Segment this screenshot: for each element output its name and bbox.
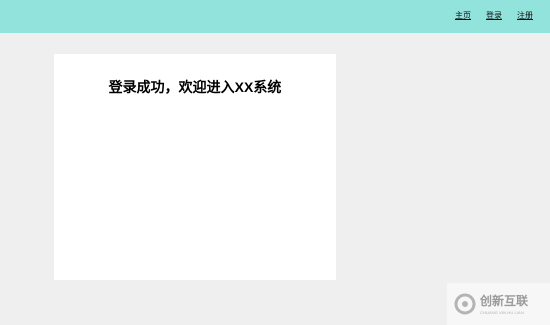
top-nav-bar: 主页 登录 注册 [0,0,550,33]
nav-register-link[interactable]: 注册 [517,11,533,21]
watermark-subtitle: CHUANG XIN HU LIAN [480,310,524,315]
success-message: 登录成功，欢迎进入XX系统 [108,79,282,95]
watermark: 创新互联 CHUANG XIN HU LIAN [447,283,550,325]
nav-links: 主页 登录 注册 [455,11,533,21]
logo-icon [454,293,476,315]
content-card: 登录成功，欢迎进入XX系统 [54,54,336,280]
nav-login-link[interactable]: 登录 [486,11,502,21]
watermark-title: 创新互联 [480,294,529,308]
nav-home-link[interactable]: 主页 [455,11,471,21]
